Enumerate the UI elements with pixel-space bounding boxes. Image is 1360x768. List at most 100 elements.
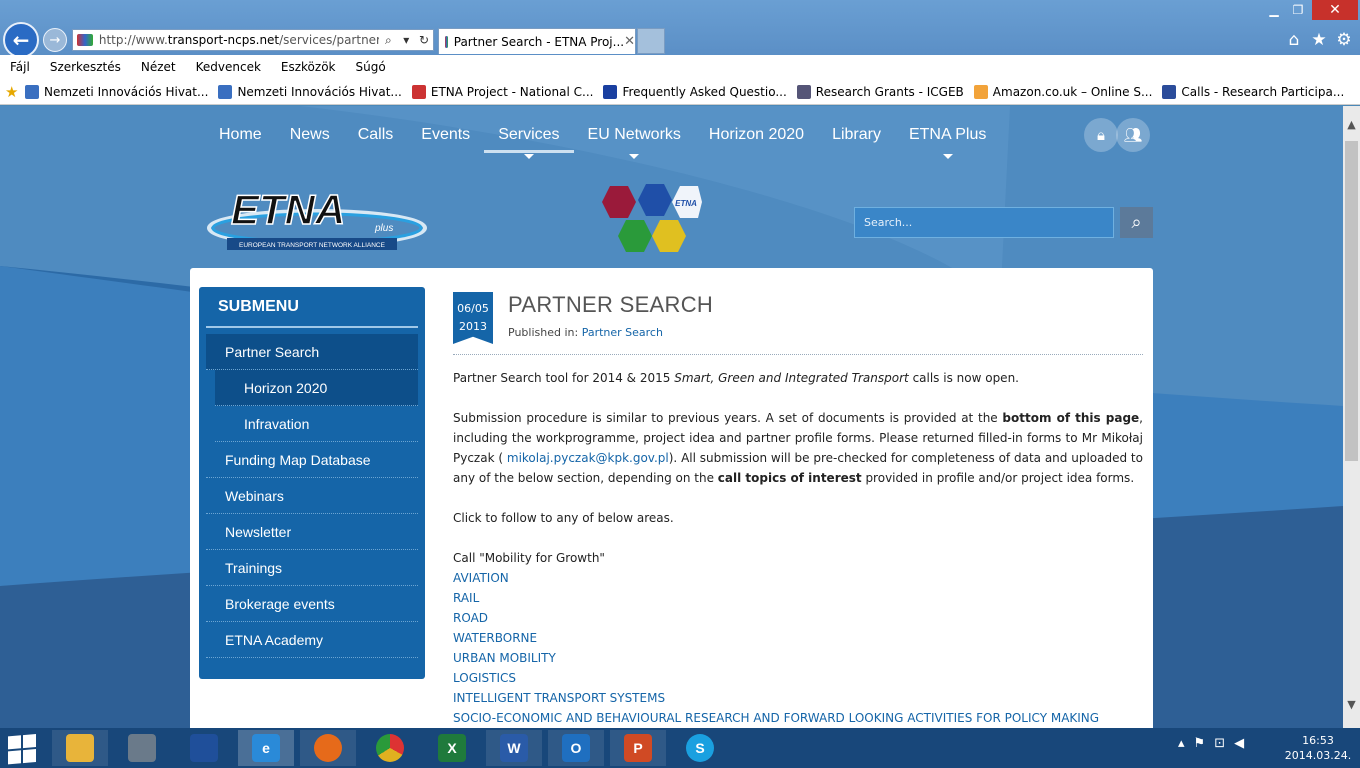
submenu-item-partner-search[interactable]: Partner Search — [206, 334, 418, 370]
email-link[interactable]: mikolaj.pyczak@kpk.gov.pl — [507, 451, 669, 465]
area-link-road[interactable]: ROAD — [453, 608, 1143, 628]
search-input[interactable] — [854, 207, 1114, 238]
action-center-flag-icon[interactable]: ⚑ — [1194, 736, 1206, 751]
category-link[interactable]: Partner Search — [582, 326, 663, 339]
area-link-rail[interactable]: RAIL — [453, 588, 1143, 608]
outlook-icon: O — [562, 734, 590, 762]
favorite-link[interactable]: Frequently Asked Questio... — [603, 84, 787, 99]
scroll-thumb[interactable] — [1345, 141, 1358, 461]
volume-icon[interactable]: ◀ — [1234, 736, 1244, 751]
nav-services[interactable]: Services — [484, 120, 574, 159]
clock[interactable]: 16:53 2014.03.24. — [1278, 733, 1358, 763]
favorites-star-icon[interactable]: ★ — [1309, 30, 1329, 50]
forward-button[interactable]: → — [43, 28, 67, 52]
taskbar-word[interactable]: W — [486, 730, 542, 766]
skype-icon: S — [686, 734, 714, 762]
taskbar: e X W O P S ▴ ⚑ ⊡ ◀ 16:53 2014.03.24. — [0, 728, 1360, 768]
date-badge: 06/05 2013 — [453, 292, 493, 344]
system-tray: ▴ ⚑ ⊡ ◀ — [1178, 736, 1244, 751]
menu-help[interactable]: Súgó — [346, 60, 396, 74]
submenu-item-etna-academy[interactable]: ETNA Academy — [206, 622, 418, 658]
submenu-item-trainings[interactable]: Trainings — [206, 550, 418, 586]
taskbar-internet-explorer[interactable]: e — [238, 730, 294, 766]
nav-events[interactable]: Events — [407, 120, 484, 153]
area-link-socio-economic[interactable]: SOCIO-ECONOMIC AND BEHAVIOURAL RESEARCH … — [453, 708, 1143, 728]
nav-eu-networks[interactable]: EU Networks — [574, 120, 695, 159]
search-icon[interactable]: ⌕ — [379, 33, 397, 48]
favorite-link[interactable]: ETNA Project - National C... — [411, 84, 593, 99]
favorite-link[interactable]: Nemzeti Innovációs Hivat... — [25, 84, 208, 99]
scroll-up-icon[interactable]: ▲ — [1343, 118, 1360, 131]
favorite-link[interactable]: Nemzeti Innovációs Hivat... — [218, 84, 402, 99]
browser-tab[interactable]: Partner Search - ETNA Proj... ✕ — [438, 28, 636, 54]
start-button[interactable] — [8, 733, 40, 765]
minimize-button[interactable]: ▁ — [1262, 0, 1286, 20]
favorites-add-icon[interactable]: ★ — [5, 83, 25, 101]
submenu-label: Horizon 2020 — [244, 379, 328, 396]
network-icon[interactable]: ⊡ — [1214, 736, 1225, 751]
submenu-item-horizon-2020[interactable]: Horizon 2020 — [215, 370, 418, 406]
login-button[interactable]: 🔒︎ — [1084, 118, 1118, 152]
intro-paragraph: Partner Search tool for 2014 & 2015 Smar… — [453, 368, 1143, 388]
taskbar-chrome[interactable] — [362, 730, 418, 766]
call-heading: Call "Mobility for Growth" — [453, 551, 605, 565]
text: Partner Search tool for 2014 & 2015 — [453, 371, 675, 385]
area-link-its[interactable]: INTELLIGENT TRANSPORT SYSTEMS — [453, 688, 1143, 708]
nav-home[interactable]: Home — [205, 120, 276, 153]
nav-calls[interactable]: Calls — [344, 120, 408, 153]
address-bar[interactable]: http://www.transport-ncps.net/services/p… — [72, 29, 434, 51]
favorite-link[interactable]: Amazon.co.uk – Online S... — [973, 84, 1152, 99]
url-text[interactable]: http://www.transport-ncps.net/services/p… — [99, 33, 380, 47]
taskbar-file-explorer[interactable] — [52, 730, 108, 766]
dropdown-icon[interactable]: ▾ — [397, 33, 415, 47]
show-hidden-icons-icon[interactable]: ▴ — [1178, 736, 1185, 751]
submenu-item-webinars[interactable]: Webinars — [206, 478, 418, 514]
submenu-item-newsletter[interactable]: Newsletter — [206, 514, 418, 550]
taskbar-excel[interactable]: X — [424, 730, 480, 766]
tab-close-icon[interactable]: ✕ — [624, 34, 635, 49]
new-tab-button[interactable] — [637, 28, 665, 54]
etna-plus-logo: ETNA plus EUROPEAN TRANSPORT NETWORK ALL… — [207, 186, 427, 250]
close-window-button[interactable]: ✕ — [1312, 0, 1358, 20]
area-link-logistics[interactable]: LOGISTICS — [453, 668, 1143, 688]
taskbar-calculator[interactable] — [114, 730, 170, 766]
home-icon[interactable]: ⌂ — [1284, 30, 1304, 50]
taskbar-skype[interactable]: S — [672, 730, 728, 766]
taskbar-powerpoint[interactable]: P — [610, 730, 666, 766]
nav-etna-plus[interactable]: ETNA Plus — [895, 120, 1000, 159]
url-domain: transport-ncps.net — [167, 33, 280, 47]
submenu-item-infravation[interactable]: Infravation — [215, 406, 418, 442]
date-day: 06/05 — [457, 302, 489, 315]
nav-label: Services — [498, 126, 560, 143]
svg-text:ETNA: ETNA — [675, 199, 697, 208]
vertical-scrollbar[interactable]: ▲ ▼ — [1343, 106, 1360, 728]
menu-favorites[interactable]: Kedvencek — [186, 60, 271, 74]
taskbar-outlook[interactable]: O — [548, 730, 604, 766]
menu-tools[interactable]: Eszközök — [271, 60, 346, 74]
gear-icon[interactable]: ⚙ — [1334, 30, 1354, 50]
scroll-down-icon[interactable]: ▼ — [1343, 698, 1360, 711]
menu-file[interactable]: Fájl — [0, 60, 40, 74]
back-button[interactable]: ← — [3, 22, 39, 58]
menu-view[interactable]: Nézet — [131, 60, 186, 74]
taskbar-firefox[interactable] — [300, 730, 356, 766]
submenu-item-funding-map[interactable]: Funding Map Database — [206, 442, 418, 478]
nav-news[interactable]: News — [276, 120, 344, 153]
taskbar-save-disk[interactable] — [176, 730, 232, 766]
refresh-icon[interactable]: ↻ — [415, 33, 433, 47]
menu-edit[interactable]: Szerkesztés — [40, 60, 131, 74]
clock-time: 16:53 — [1302, 734, 1334, 747]
submenu-item-brokerage-events[interactable]: Brokerage events — [206, 586, 418, 622]
area-link-waterborne[interactable]: WATERBORNE — [453, 628, 1143, 648]
area-link-urban-mobility[interactable]: URBAN MOBILITY — [453, 648, 1143, 668]
favorite-icon — [973, 84, 988, 99]
nav-horizon-2020[interactable]: Horizon 2020 — [695, 120, 818, 153]
restore-button[interactable]: ❐ — [1286, 0, 1310, 20]
favorite-link[interactable]: Research Grants - ICGEB — [796, 84, 964, 99]
nav-library[interactable]: Library — [818, 120, 895, 153]
area-link-aviation[interactable]: AVIATION — [453, 568, 1143, 588]
favorite-link[interactable]: Calls - Research Participa... — [1162, 84, 1344, 99]
search-button[interactable]: ⌕ — [1120, 207, 1153, 238]
favorite-icon — [1162, 84, 1177, 99]
register-button[interactable]: 👥︎ — [1116, 118, 1150, 152]
